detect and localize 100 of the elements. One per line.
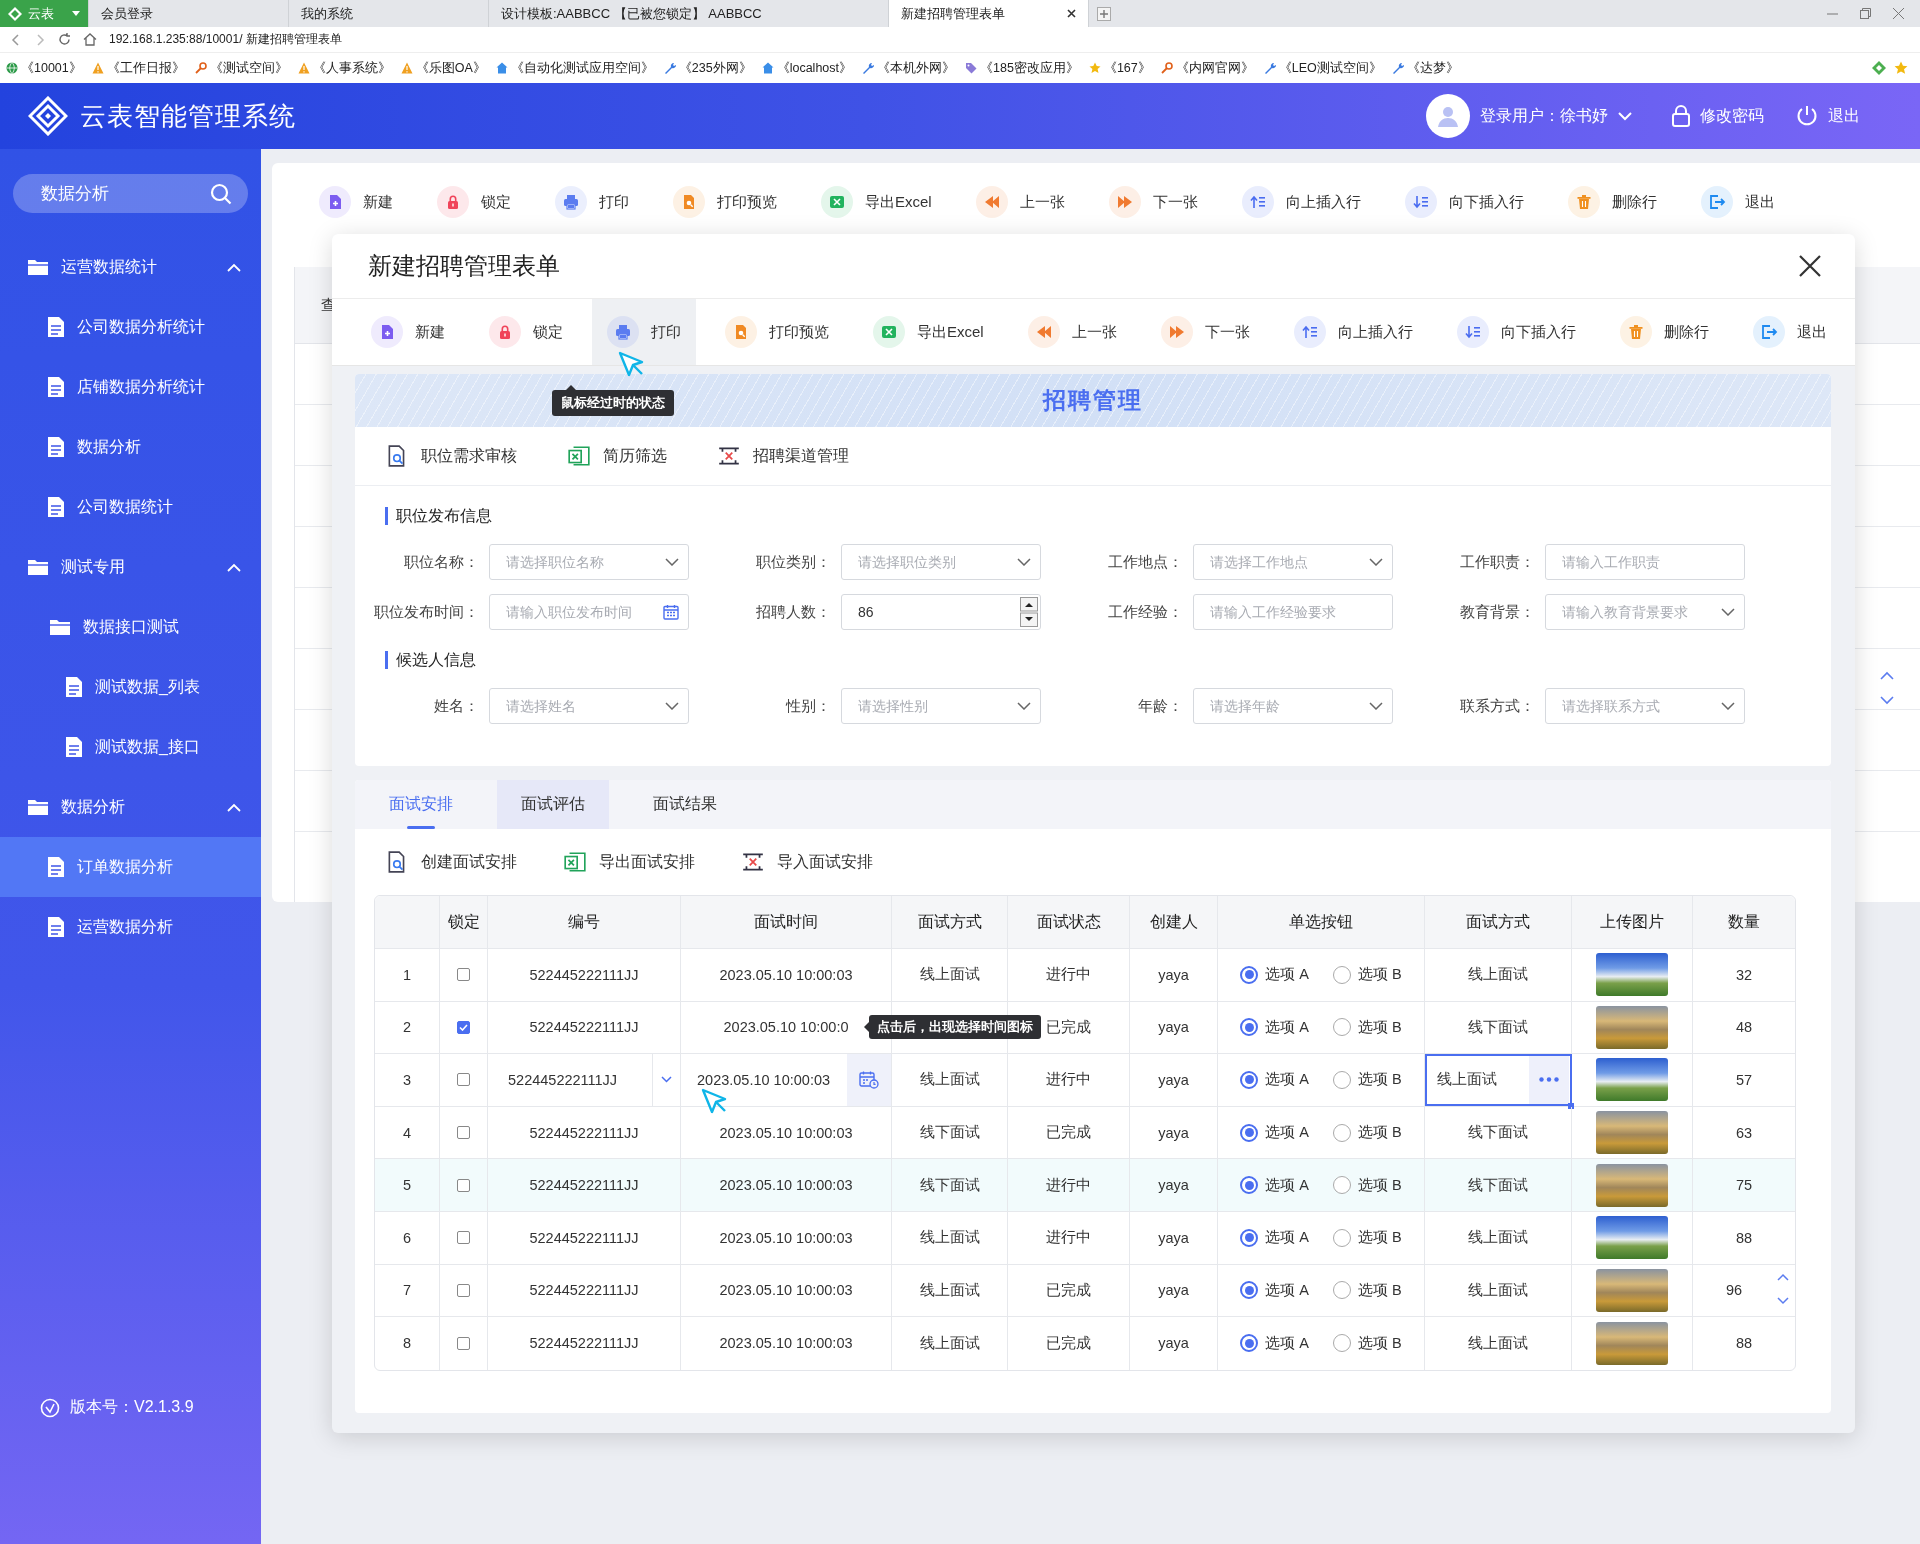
radio-button[interactable]: [1333, 965, 1351, 984]
checkbox[interactable]: [457, 968, 470, 982]
bookmark-link[interactable]: 《LEO测试空间》: [1263, 59, 1382, 77]
bookmark-link[interactable]: 《localhost》: [761, 59, 853, 77]
radio-button[interactable]: [1333, 1334, 1351, 1353]
toolbar-button[interactable]: 锁定: [422, 171, 526, 233]
menu-item[interactable]: 数据分析: [0, 417, 261, 477]
toolbar-button[interactable]: 新建: [304, 171, 408, 233]
checkbox[interactable]: [457, 1073, 470, 1087]
table-row[interactable]: 6 522445222111JJ 2023.05.10 10:00:03 线上面试 进行中 yaya 选项 A 选项 B 线上面试 88: [375, 1211, 1795, 1265]
table-row[interactable]: 7 522445222111JJ 2023.05.10 10:00:03 线上面试 已完成 yaya 选项 A 选项 B 线上面试 96: [375, 1264, 1795, 1318]
table-row[interactable]: 3 522445222111JJ 2023.05.10 10:00:03 线上面试 进行中 yaya 选项 A 选项 B 线上面试 57: [375, 1054, 1795, 1107]
menu-item[interactable]: 公司数据统计: [0, 477, 261, 537]
change-password-link[interactable]: 修改密码: [1672, 105, 1764, 127]
bookmark-link[interactable]: 《乐图OA》: [400, 59, 486, 77]
radio-option[interactable]: 选项 B: [1333, 1228, 1402, 1248]
toolbar-link[interactable]: 简历筛选: [567, 444, 667, 468]
radio-button[interactable]: [1333, 1123, 1351, 1142]
select-field[interactable]: 请选择性别: [841, 688, 1041, 724]
menu-item[interactable]: 店铺数据分析统计: [0, 357, 261, 417]
radio-button[interactable]: [1240, 1228, 1259, 1247]
radio-button[interactable]: [1333, 1071, 1351, 1089]
toolbar-link[interactable]: 创建面试安排: [385, 850, 517, 874]
select-field[interactable]: 请输入教育背景要求: [1545, 594, 1745, 630]
toolbar-button[interactable]: 向上插入行: [1278, 299, 1428, 365]
radio-option[interactable]: 选项 A: [1240, 1280, 1309, 1300]
toolbar-button[interactable]: 删除行: [1604, 299, 1724, 365]
bookmark-link[interactable]: 《185密改应用》: [965, 59, 1079, 77]
select-field[interactable]: 请选择工作地点: [1193, 544, 1393, 580]
radio-option[interactable]: 选项 A: [1240, 1175, 1309, 1195]
date-field[interactable]: 请输入职位发布时间: [489, 594, 689, 630]
radio-option[interactable]: 选项 B: [1333, 1070, 1402, 1090]
radio-button[interactable]: [1240, 1281, 1259, 1300]
bookmark-link[interactable]: 《达梦》: [1391, 59, 1459, 77]
toolbar-button[interactable]: 退出: [1737, 299, 1842, 365]
checkbox[interactable]: [457, 1283, 470, 1297]
bookmark-link[interactable]: 《10001》: [6, 59, 82, 77]
table-row[interactable]: 8 522445222111JJ 2023.05.10 10:00:03 线上面试 已完成 yaya 选项 A 选项 B 线上面试 88: [375, 1317, 1795, 1370]
tab[interactable]: 面试安排: [365, 780, 477, 829]
toolbar-button[interactable]: 打印预览: [710, 299, 844, 365]
toolbar-button[interactable]: 锁定: [474, 299, 578, 365]
bookmark-link[interactable]: 《测试空间》: [194, 59, 288, 77]
menu-group[interactable]: 数据分析: [0, 777, 261, 837]
menu-group[interactable]: 运营数据统计: [0, 237, 261, 297]
toolbar-button[interactable]: 删除行: [1552, 171, 1672, 233]
radio-button[interactable]: [1240, 1018, 1259, 1037]
address-bar[interactable]: 192.168.1.235:88/10001/ 新建招聘管理表单: [109, 31, 342, 48]
radio-option[interactable]: 选项 B: [1333, 1175, 1402, 1195]
browser-tab[interactable]: 新建招聘管理表单: [889, 0, 1089, 27]
checkbox[interactable]: [457, 1336, 470, 1350]
radio-option[interactable]: 选项 A: [1240, 1017, 1309, 1037]
toolbar-link[interactable]: 职位需求审核: [385, 444, 517, 468]
toolbar-button[interactable]: 导出Excel: [858, 299, 999, 365]
radio-option[interactable]: 选项 A: [1240, 1228, 1309, 1248]
code-input[interactable]: 522445222111JJ: [508, 1072, 618, 1088]
radio-button[interactable]: [1333, 1018, 1351, 1037]
text-field[interactable]: 请输入工作职责: [1545, 544, 1745, 580]
toolbar-button[interactable]: 下一张: [1145, 299, 1265, 365]
menu-item[interactable]: 数据接口测试: [0, 597, 261, 657]
radio-option[interactable]: 选项 B: [1333, 1333, 1402, 1353]
menu-item[interactable]: 运营数据分析: [0, 897, 261, 957]
toolbar-button[interactable]: 导出Excel: [806, 171, 947, 233]
text-input[interactable]: 线上面试: [1425, 1054, 1572, 1106]
toolbar-link[interactable]: 导入面试安排: [741, 850, 873, 874]
select-field[interactable]: 请选择姓名: [489, 688, 689, 724]
radio-option[interactable]: 选项 B: [1333, 1017, 1402, 1037]
calendar-button[interactable]: [847, 1054, 891, 1106]
toolbar-link[interactable]: 导出面试安排: [563, 850, 695, 874]
toolbar-button[interactable]: 向下插入行: [1441, 299, 1591, 365]
toolbar-link[interactable]: 招聘渠道管理: [717, 444, 849, 468]
radio-option[interactable]: 选项 A: [1240, 965, 1309, 985]
time-input[interactable]: 2023.05.10 10:00:03: [697, 1072, 831, 1088]
radio-option[interactable]: 选项 B: [1333, 1123, 1402, 1143]
menu-item[interactable]: 公司数据分析统计: [0, 297, 261, 357]
toolbar-button[interactable]: 打印: [592, 299, 696, 365]
tab[interactable]: 面试结果: [629, 780, 741, 829]
menu-group[interactable]: 测试专用: [0, 537, 261, 597]
tab[interactable]: 面试评估: [497, 780, 609, 829]
radio-button[interactable]: [1240, 1071, 1259, 1089]
bookmark-link[interactable]: 《167》: [1088, 59, 1151, 77]
table-row[interactable]: 2 522445222111JJ 2023.05.10 10:00:0 点击后，出现选择时间图标 已完成 yaya 选项 A 选项 B 线下面试 48: [375, 1001, 1795, 1055]
radio-button[interactable]: [1333, 1228, 1351, 1247]
checkbox[interactable]: [457, 1126, 470, 1140]
select-field[interactable]: 请选择联系方式: [1545, 688, 1745, 724]
toolbar-button[interactable]: 退出: [1685, 171, 1790, 233]
quantity-input[interactable]: 96: [1725, 1282, 1743, 1299]
radio-button[interactable]: [1240, 1123, 1259, 1142]
bookmark-link[interactable]: 《人事系统》: [297, 59, 391, 77]
toolbar-button[interactable]: 上一张: [960, 171, 1080, 233]
select-field[interactable]: 请选择职位名称: [489, 544, 689, 580]
radio-button[interactable]: [1240, 1334, 1259, 1353]
radio-option[interactable]: 选项 B: [1333, 965, 1402, 985]
radio-button[interactable]: [1333, 1176, 1351, 1195]
checkbox[interactable]: [457, 1231, 470, 1245]
radio-button[interactable]: [1240, 1176, 1259, 1195]
more-button[interactable]: [1529, 1056, 1569, 1104]
bookmark-link[interactable]: 《235外网》: [663, 59, 752, 77]
radio-option[interactable]: 选项 A: [1240, 1070, 1309, 1090]
browser-tab[interactable]: 会员登录: [89, 0, 289, 27]
number-field[interactable]: 86: [841, 594, 1041, 630]
